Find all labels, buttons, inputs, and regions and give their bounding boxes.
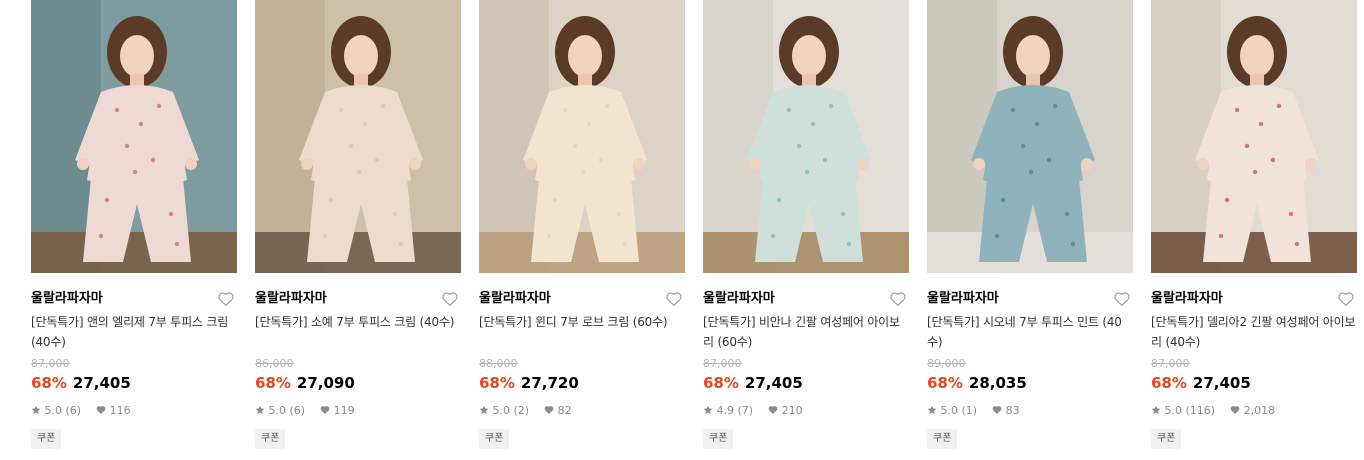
heart-icon[interactable] <box>889 290 907 308</box>
review-meta: 5.0 (1) 83 <box>927 403 1020 419</box>
review-meta: 4.9 (7) 210 <box>703 403 803 419</box>
brand-row: 울랄라파자마 <box>255 290 461 308</box>
review-meta: 5.0 (6) 119 <box>255 403 355 419</box>
brand-row: 울랄라파자마 <box>1151 290 1357 308</box>
star-icon <box>31 405 41 415</box>
brand-row: 울랄라파자마 <box>703 290 909 308</box>
product-card[interactable]: 울랄라파자마 [단독특가] 시오네 7부 투피스 민트 (40수) 89,000… <box>927 0 1133 460</box>
heart-icon[interactable] <box>441 290 459 308</box>
rating-text: 5.0 (116) <box>1164 404 1216 417</box>
coupon-badge: 쿠폰 <box>1151 429 1182 449</box>
product-card[interactable]: 울랄라파자마 [단독특가] 윈디 7부 로브 크림 (60수) 88,000 6… <box>479 0 685 460</box>
like-count: 116 <box>109 404 131 417</box>
original-price: 87,000 <box>1151 357 1190 370</box>
sale-price: 27,405 <box>72 374 131 392</box>
coupon-badge: 쿠폰 <box>927 429 958 449</box>
coupon-badge: 쿠폰 <box>479 429 510 449</box>
product-title[interactable]: [단독특가] 윈디 7부 로브 크림 (60수) <box>479 312 685 332</box>
product-image[interactable] <box>31 0 237 273</box>
product-grid: 울랄라파자마 [단독특가] 앤의 엘리제 7부 투피스 크림 (40수) 87,… <box>31 0 1361 460</box>
brand-name[interactable]: 울랄라파자마 <box>1151 290 1223 308</box>
rating-text: 5.0 (2) <box>492 404 530 417</box>
brand-name[interactable]: 울랄라파자마 <box>255 290 327 308</box>
product-title[interactable]: [단독특가] 비안나 긴팔 여성페어 아이보리 (60수) <box>703 312 909 352</box>
sale-price: 27,720 <box>520 374 579 392</box>
sale-price: 27,405 <box>1192 374 1251 392</box>
rating-text: 4.9 (7) <box>716 404 754 417</box>
coupon-badge: 쿠폰 <box>703 429 734 449</box>
like-count: 119 <box>333 404 355 417</box>
review-meta: 5.0 (6) 116 <box>31 403 131 419</box>
original-price: 86,000 <box>255 357 294 370</box>
product-image[interactable] <box>927 0 1133 273</box>
star-icon <box>927 405 937 415</box>
product-image[interactable] <box>255 0 461 273</box>
like-count: 210 <box>781 404 803 417</box>
coupon-badge: 쿠폰 <box>31 429 62 449</box>
heart-icon[interactable] <box>1337 290 1355 308</box>
product-image[interactable] <box>1151 0 1357 273</box>
product-image[interactable] <box>703 0 909 273</box>
product-card[interactable]: 울랄라파자마 [단독특가] 앤의 엘리제 7부 투피스 크림 (40수) 87,… <box>31 0 237 460</box>
like-icon <box>544 405 554 415</box>
price-row: 68% 28,035 <box>927 373 1027 393</box>
discount-rate: 68% <box>703 374 739 392</box>
brand-row: 울랄라파자마 <box>927 290 1133 308</box>
like-icon <box>320 405 330 415</box>
like-count: 83 <box>1005 404 1020 417</box>
discount-rate: 68% <box>255 374 291 392</box>
product-card[interactable]: 울랄라파자마 [단독특가] 소예 7부 투피스 크림 (40수) 86,000 … <box>255 0 461 460</box>
star-icon <box>703 405 713 415</box>
heart-icon[interactable] <box>217 290 235 308</box>
brand-name[interactable]: 울랄라파자마 <box>479 290 551 308</box>
review-meta: 5.0 (116) 2,018 <box>1151 403 1275 419</box>
like-icon <box>1230 405 1240 415</box>
product-title[interactable]: [단독특가] 시오네 7부 투피스 민트 (40수) <box>927 312 1133 352</box>
product-card[interactable]: 울랄라파자마 [단독특가] 델리아2 긴팔 여성페어 아이보리 (40수) 87… <box>1151 0 1357 460</box>
product-title[interactable]: [단독특가] 앤의 엘리제 7부 투피스 크림 (40수) <box>31 312 237 352</box>
discount-rate: 68% <box>1151 374 1187 392</box>
like-icon <box>96 405 106 415</box>
coupon-badge: 쿠폰 <box>255 429 286 449</box>
discount-rate: 68% <box>31 374 67 392</box>
like-count: 2,018 <box>1243 404 1276 417</box>
brand-name[interactable]: 울랄라파자마 <box>31 290 103 308</box>
discount-rate: 68% <box>479 374 515 392</box>
product-card[interactable]: 울랄라파자마 [단독특가] 비안나 긴팔 여성페어 아이보리 (60수) 87,… <box>703 0 909 460</box>
rating-text: 5.0 (1) <box>940 404 978 417</box>
price-row: 68% 27,405 <box>1151 373 1251 393</box>
star-icon <box>1151 405 1161 415</box>
original-price: 89,000 <box>927 357 966 370</box>
original-price: 87,000 <box>31 357 70 370</box>
rating-text: 5.0 (6) <box>268 404 306 417</box>
discount-rate: 68% <box>927 374 963 392</box>
like-icon <box>768 405 778 415</box>
review-meta: 5.0 (2) 82 <box>479 403 572 419</box>
brand-name[interactable]: 울랄라파자마 <box>703 290 775 308</box>
rating-text: 5.0 (6) <box>44 404 82 417</box>
product-title[interactable]: [단독특가] 델리아2 긴팔 여성페어 아이보리 (40수) <box>1151 312 1357 352</box>
sale-price: 28,035 <box>968 374 1027 392</box>
price-row: 68% 27,405 <box>31 373 131 393</box>
star-icon <box>255 405 265 415</box>
product-image[interactable] <box>479 0 685 273</box>
price-row: 68% 27,090 <box>255 373 355 393</box>
price-row: 68% 27,720 <box>479 373 579 393</box>
star-icon <box>479 405 489 415</box>
product-title[interactable]: [단독특가] 소예 7부 투피스 크림 (40수) <box>255 312 461 332</box>
heart-icon[interactable] <box>1113 290 1131 308</box>
sale-price: 27,090 <box>296 374 355 392</box>
heart-icon[interactable] <box>665 290 683 308</box>
like-count: 82 <box>557 404 572 417</box>
brand-row: 울랄라파자마 <box>31 290 237 308</box>
brand-row: 울랄라파자마 <box>479 290 685 308</box>
original-price: 87,000 <box>703 357 742 370</box>
sale-price: 27,405 <box>744 374 803 392</box>
brand-name[interactable]: 울랄라파자마 <box>927 290 999 308</box>
original-price: 88,000 <box>479 357 518 370</box>
like-icon <box>992 405 1002 415</box>
price-row: 68% 27,405 <box>703 373 803 393</box>
